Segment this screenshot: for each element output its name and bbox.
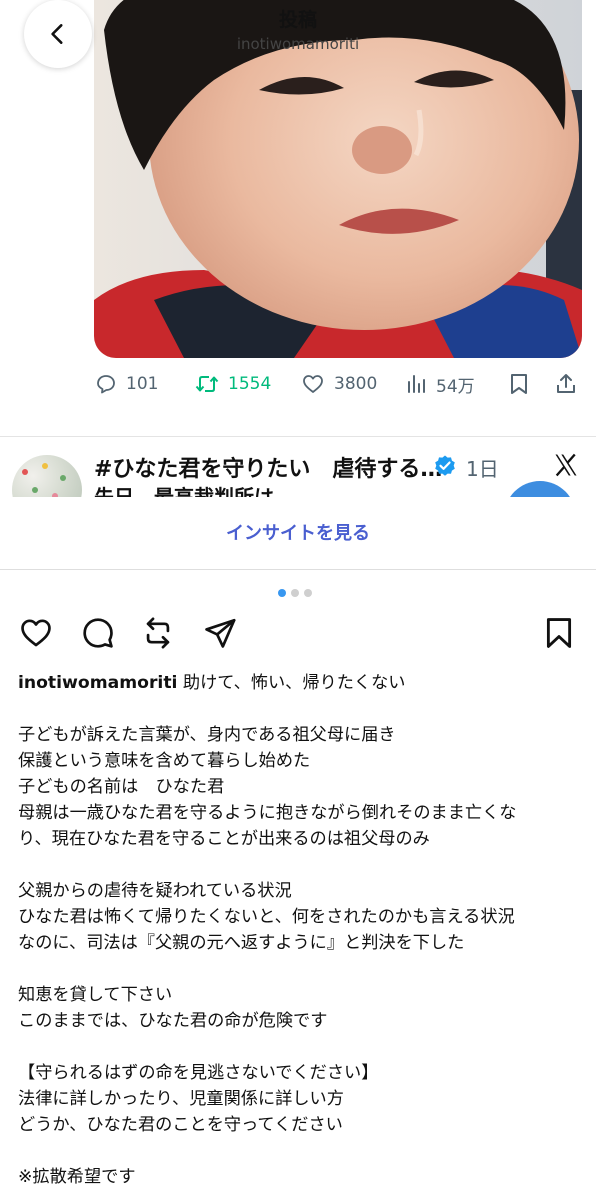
tweet-bookmark-button[interactable] bbox=[508, 372, 538, 396]
like-count: 3800 bbox=[334, 374, 378, 394]
caption-line: ※拡散希望です bbox=[18, 1167, 136, 1187]
paper-plane-icon bbox=[205, 618, 236, 648]
caption-line: 【守られるはずの命を見逃さないでください】 bbox=[18, 1063, 379, 1083]
share-upload-icon bbox=[557, 374, 575, 393]
retweet-arrows-icon bbox=[195, 376, 219, 392]
like-button[interactable]: 3800 bbox=[300, 372, 377, 396]
caption-line: ひなた君は怖くて帰りたくないと、何をされたのかも言える状況 bbox=[18, 907, 515, 927]
post-caption: inotiwomamoriti 助けて、怖い、帰りたくない 子どもが訴えた言葉が… bbox=[18, 670, 588, 1190]
views-button[interactable]: 54万 bbox=[406, 372, 475, 397]
verified-badge-icon bbox=[435, 455, 455, 476]
tweet-action-bar: 101 1554 3800 54万 bbox=[94, 368, 584, 400]
next-tweet-time: 1日 bbox=[466, 457, 499, 481]
caption-line: り、現在ひなた君を守ることが出来るのは祖父母のみ bbox=[18, 829, 430, 849]
reply-button[interactable]: 101 bbox=[94, 372, 158, 396]
next-tweet-title: #ひなた君を守りたい 虐待する… bbox=[94, 457, 443, 482]
comment-bubble-icon bbox=[83, 618, 113, 648]
caption-line: 母親は一歳ひなた君を守るように抱きながら倒れそのまま亡くな bbox=[18, 803, 517, 823]
caption-text: 助けて、怖い、帰りたくない bbox=[182, 673, 406, 693]
carousel-dot bbox=[291, 589, 299, 597]
heart-icon bbox=[21, 619, 51, 647]
caption-line: 父親からの虐待を疑われている状況 bbox=[18, 881, 292, 901]
comment-button[interactable] bbox=[80, 616, 116, 654]
caption-line: 知恵を貸して下さい bbox=[18, 985, 173, 1005]
caption-line: 保護という意味を含めて暮らし始めた bbox=[18, 751, 311, 771]
caption-username[interactable]: inotiwomamoriti bbox=[18, 673, 177, 693]
back-button[interactable] bbox=[24, 0, 92, 68]
save-button[interactable] bbox=[542, 616, 576, 654]
carousel-dot bbox=[304, 589, 312, 597]
post-action-bar bbox=[18, 616, 578, 652]
caption-line: 子どもが訴えた言葉が、身内である祖父母に届き bbox=[18, 725, 396, 745]
bar-chart-icon bbox=[408, 375, 425, 393]
view-insights-link[interactable]: インサイトを見る bbox=[0, 519, 596, 545]
next-tweet-body: 先日、最高裁判所は bbox=[94, 485, 274, 497]
caption-line: 子どもの名前は ひなた君 bbox=[18, 777, 225, 797]
next-tweet-preview[interactable]: #ひなた君を守りたい 虐待する… 1日 先日、最高裁判所は bbox=[0, 437, 596, 497]
x-logo-icon bbox=[555, 453, 577, 477]
insight-section: インサイトを見る bbox=[0, 497, 596, 569]
like-button[interactable] bbox=[18, 616, 54, 654]
avatar[interactable] bbox=[12, 455, 82, 497]
send-button[interactable] bbox=[202, 616, 238, 654]
divider bbox=[0, 569, 596, 570]
caption-line: このままでは、ひなた君の命が危険です bbox=[18, 1011, 328, 1031]
speech-bubble-icon bbox=[97, 375, 115, 394]
caption-first-line: inotiwomamoriti 助けて、怖い、帰りたくない bbox=[18, 670, 588, 696]
retweet-count: 1554 bbox=[228, 374, 272, 394]
bookmark-icon bbox=[511, 374, 527, 394]
heart-icon bbox=[303, 375, 323, 393]
caption-line: なのに、司法は『父親の元へ返すように』と判決を下した bbox=[18, 933, 465, 953]
caption-line: 法律に詳しかったり、児童関係に詳しい方 bbox=[18, 1089, 344, 1109]
chevron-left-icon bbox=[51, 24, 63, 44]
carousel-indicator bbox=[278, 589, 312, 597]
reply-count: 101 bbox=[126, 374, 159, 394]
view-count: 54万 bbox=[436, 376, 475, 397]
carousel-dot-active bbox=[278, 589, 286, 597]
repost-button[interactable] bbox=[140, 616, 176, 654]
repost-arrows-icon bbox=[146, 617, 170, 649]
share-button[interactable] bbox=[554, 372, 586, 396]
caption-line: どうか、ひなた君のことを守ってください bbox=[18, 1115, 343, 1135]
retweet-button[interactable]: 1554 bbox=[194, 372, 271, 396]
next-tweet-media-thumb bbox=[504, 481, 576, 497]
bookmark-icon bbox=[546, 618, 572, 648]
